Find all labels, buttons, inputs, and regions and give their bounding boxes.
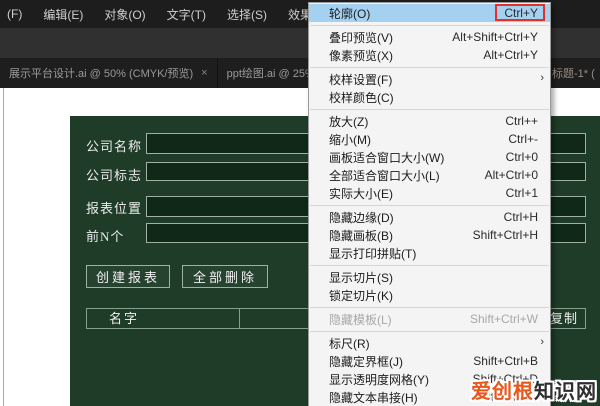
menubar-item[interactable]: 文字(T) <box>163 2 210 27</box>
menu-item-label: 缩小(M) <box>329 132 371 147</box>
menu-item-label: 像素预览(X) <box>329 48 393 63</box>
menu-item-label: 锁定切片(K) <box>329 288 393 303</box>
menu-item-label: 实际大小(E) <box>329 186 393 201</box>
menu-item[interactable]: 画板适合窗口大小(W) Ctrl+0 <box>309 148 550 166</box>
menu-item[interactable]: 标尺(R) › <box>309 334 550 352</box>
menu-item-shortcut: Shift+Ctrl+H <box>472 228 538 242</box>
field-label: 公司名称 <box>86 139 143 154</box>
submenu-arrow-icon: › <box>540 336 544 348</box>
tab-label: 展示平台设计.ai @ 50% (CMYK/预览) <box>9 68 194 80</box>
red-annotation-box <box>495 4 545 21</box>
menu-item-shortcut: Ctrl+1 <box>505 186 538 200</box>
menu-item-label: 显示打印拼贴(T) <box>329 246 417 261</box>
menu-item-shortcut: Ctrl+- <box>508 132 538 146</box>
menu-item-label: 校样颜色(C) <box>329 90 394 105</box>
watermark-text-dark: 知识网 <box>534 381 597 403</box>
menu-item[interactable]: 像素预览(X) Alt+Ctrl+Y <box>309 46 550 64</box>
view-menu-dropdown: 轮廓(O) Ctrl+Y 叠印预览(V) Alt+Shift+Ctrl+Y 像素预览(X… <box>308 2 551 406</box>
menubar-item[interactable]: (F) <box>3 3 26 25</box>
menubar-item[interactable]: 选择(S) <box>223 2 271 27</box>
menu-item[interactable]: 放大(Z) Ctrl++ <box>309 112 550 130</box>
menu-item[interactable]: 显示切片(S) <box>309 268 550 286</box>
menu-item[interactable]: 隐藏定界框(J) Shift+Ctrl+B <box>309 352 550 370</box>
app-window: (F)编辑(E)对象(O)文字(T)选择(S)效果(C)视图(V) ▾ ▾ 描边… <box>0 0 600 406</box>
menu-item-label: 隐藏画板(B) <box>329 228 393 243</box>
menu-item-shortcut: Alt+Ctrl+Y <box>483 48 538 62</box>
field-label: 前N个 <box>86 229 125 244</box>
menu-item-shortcut: Ctrl++ <box>505 114 538 128</box>
menu-item-shortcut: Shift+Ctrl+W <box>469 312 538 326</box>
menubar-item[interactable]: 对象(O) <box>100 2 149 27</box>
menu-separator <box>310 67 549 68</box>
menu-separator <box>310 265 549 266</box>
menu-separator <box>310 25 549 26</box>
menu-item-shortcut: Alt+Shift+Ctrl+Y <box>452 30 538 44</box>
watermark-text-orange: 爱创根 <box>471 381 534 403</box>
untitled-tab-fragment[interactable]: 标题-1* ( <box>552 65 595 81</box>
menu-item-label: 全部适合窗口大小(L) <box>329 168 440 183</box>
menu-item-label: 放大(Z) <box>329 114 369 129</box>
menu-item-shortcut: Ctrl+0 <box>505 150 538 164</box>
menu-separator <box>310 331 549 332</box>
table-col-copy[interactable]: 复制 <box>550 309 578 328</box>
submenu-arrow-icon: › <box>540 72 544 84</box>
menu-item[interactable]: 锁定切片(K) <box>309 286 550 304</box>
menu-separator <box>310 109 549 110</box>
menu-item-label: 校样设置(F) <box>329 72 393 87</box>
menu-item[interactable]: 校样设置(F) › <box>309 70 550 88</box>
menu-item-shortcut: Shift+Ctrl+B <box>473 354 538 368</box>
menu-item-shortcut: Ctrl+H <box>503 210 538 224</box>
menu-item-label: 隐藏文本串接(H) <box>329 390 418 405</box>
document-tab[interactable]: 展示平台设计.ai @ 50% (CMYK/预览) × <box>0 58 218 88</box>
create-report-button[interactable]: 创建报表 <box>86 265 170 288</box>
menu-item-label: 画板适合窗口大小(W) <box>329 150 445 165</box>
tab-close-icon[interactable]: × <box>201 67 207 79</box>
table-column-divider <box>239 309 240 328</box>
menu-item[interactable]: 显示打印拼贴(T) <box>309 244 550 262</box>
menu-item-label: 显示切片(S) <box>329 270 393 285</box>
menu-item-label: 标尺(R) <box>329 336 370 351</box>
menu-item[interactable]: 隐藏边缘(D) Ctrl+H <box>309 208 550 226</box>
menu-item-label: 轮廓(O) <box>329 6 371 21</box>
menu-item-shortcut: Alt+Ctrl+0 <box>484 168 538 182</box>
menu-item[interactable]: 叠印预览(V) Alt+Shift+Ctrl+Y <box>309 28 550 46</box>
menu-item-label: 显示透明度网格(Y) <box>329 372 429 387</box>
menu-item-label: 隐藏模板(L) <box>329 312 392 327</box>
menu-item[interactable]: 全部适合窗口大小(L) Alt+Ctrl+0 <box>309 166 550 184</box>
menu-item[interactable]: 缩小(M) Ctrl+- <box>309 130 550 148</box>
menu-item[interactable]: 校样颜色(C) <box>309 88 550 106</box>
delete-all-button[interactable]: 全部删除 <box>182 265 268 288</box>
field-label: 公司标志 <box>86 168 143 183</box>
watermark: 爱创根知识网 <box>471 375 597 404</box>
menu-item-label: 叠印预览(V) <box>329 30 393 45</box>
menubar-item[interactable]: 编辑(E) <box>39 2 87 27</box>
canvas-edge-line <box>3 88 4 406</box>
menu-item[interactable]: 实际大小(E) Ctrl+1 <box>309 184 550 202</box>
menu-separator <box>310 205 549 206</box>
menu-item-label: 隐藏定界框(J) <box>329 354 403 369</box>
menu-separator <box>310 307 549 308</box>
table-col-name: 名字 <box>109 311 140 326</box>
field-label: 报表位置 <box>86 201 143 216</box>
menu-item-label: 隐藏边缘(D) <box>329 210 394 225</box>
menu-item[interactable]: 隐藏画板(B) Shift+Ctrl+H <box>309 226 550 244</box>
menu-item[interactable]: 隐藏模板(L) Shift+Ctrl+W <box>309 310 550 328</box>
